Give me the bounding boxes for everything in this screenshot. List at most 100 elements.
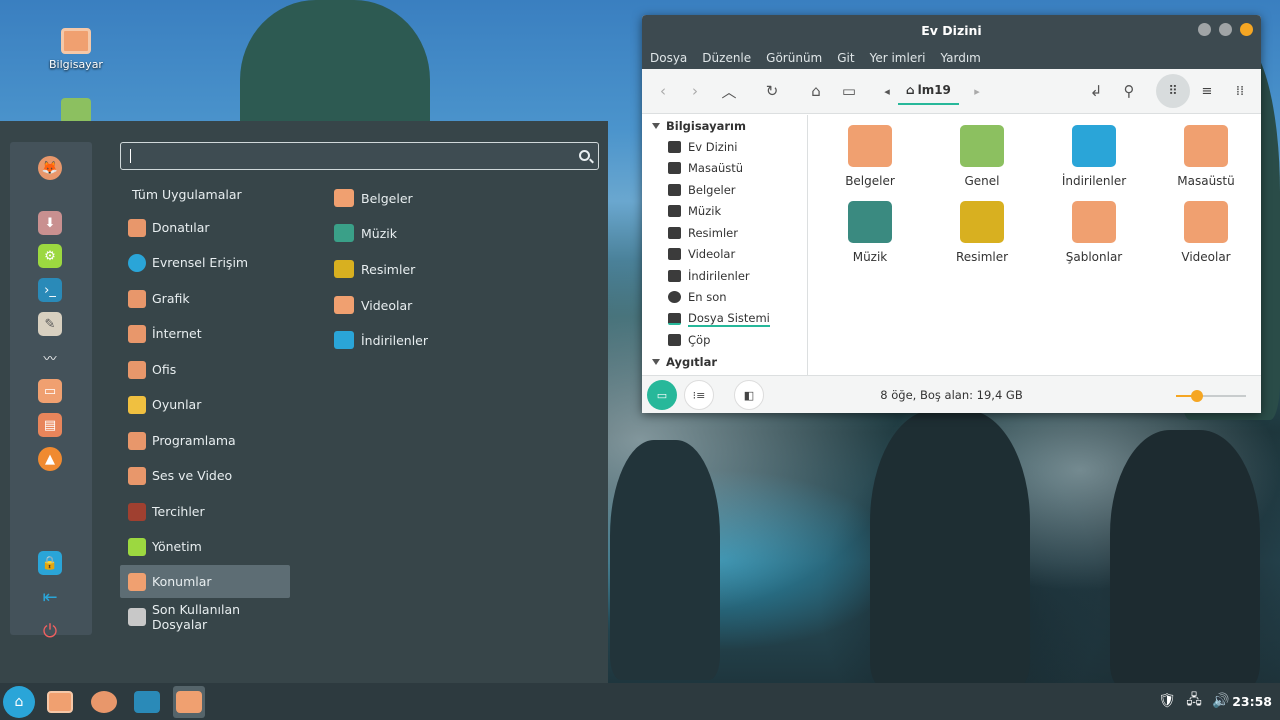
sidebar-header-label: Bilgisayarım <box>666 118 746 133</box>
zoom-slider-knob[interactable] <box>1191 390 1203 402</box>
sidebar-item-videos[interactable]: Videolar <box>642 244 807 266</box>
search-input[interactable] <box>120 142 599 170</box>
file-item[interactable]: Videolar <box>1158 201 1254 264</box>
file-item[interactable]: İndirilenler <box>1046 125 1142 188</box>
menu-edit[interactable]: Düzenle <box>702 51 751 65</box>
expander-icon <box>652 358 660 365</box>
category-accessibility[interactable]: Evrensel Erişim <box>120 246 290 279</box>
file-name: Videolar <box>1181 250 1231 264</box>
sidebar-item-documents[interactable]: Belgeler <box>642 179 807 201</box>
firefox-icon[interactable]: 🦊 <box>38 156 62 180</box>
sidebar-header-devices[interactable]: Aygıtlar <box>642 351 807 372</box>
lock-screen-icon[interactable]: 🔒 <box>38 551 62 575</box>
text-editor-icon[interactable]: ✎ <box>38 312 62 336</box>
sidebar-item-filesystem[interactable]: Dosya Sistemi <box>642 308 807 330</box>
category-games[interactable]: Oyunlar <box>120 388 290 421</box>
toggle-location-icon[interactable]: ↲ <box>1085 80 1107 102</box>
office-icon[interactable]: ▤ <box>38 413 62 437</box>
zoom-slider[interactable] <box>1176 390 1246 402</box>
terminal-icon[interactable]: ›_ <box>38 278 62 302</box>
screenshot-app-icon[interactable] <box>44 686 76 718</box>
terminal-icon[interactable] <box>131 686 163 718</box>
list-view-button[interactable]: ≡ <box>1190 74 1224 108</box>
sidebar-item-music[interactable]: Müzik <box>642 201 807 223</box>
place-downloads[interactable]: İndirilenler <box>334 328 428 352</box>
category-label: Evrensel Erişim <box>152 255 249 270</box>
category-multimedia[interactable]: Ses ve Video <box>120 459 290 492</box>
place-documents[interactable]: Belgeler <box>334 186 413 210</box>
sidebar-header-computer[interactable]: Bilgisayarım <box>642 115 807 136</box>
file-item[interactable]: Masaüstü <box>1158 125 1254 188</box>
minimize-button[interactable] <box>1198 23 1211 36</box>
maximize-button[interactable] <box>1219 23 1232 36</box>
breadcrumb-left-icon[interactable]: ◂ <box>876 80 898 102</box>
back-icon[interactable]: ‹ <box>652 80 674 102</box>
sidebar-item-home[interactable]: Ev Dizini <box>642 136 807 158</box>
power-icon[interactable]: ⏻ <box>38 619 62 643</box>
place-label: Resimler <box>361 261 416 277</box>
category-programming[interactable]: Programlama <box>120 424 290 457</box>
vlc-icon[interactable]: ▲ <box>38 447 62 471</box>
compact-view-button[interactable]: ⁞⁞ <box>1223 74 1257 108</box>
menu-go[interactable]: Git <box>837 51 854 65</box>
computer-icon[interactable]: ▭ <box>838 80 860 102</box>
file-item[interactable]: Belgeler <box>822 125 918 188</box>
category-graphics[interactable]: Grafik <box>120 282 290 315</box>
sidebar-item-pictures[interactable]: Resimler <box>642 222 807 244</box>
forward-icon[interactable]: › <box>684 80 706 102</box>
search-icon[interactable] <box>579 150 590 161</box>
category-internet[interactable]: İnternet <box>120 317 290 350</box>
menu-help[interactable]: Yardım <box>940 51 980 65</box>
breadcrumb[interactable]: ⌂ lm19 <box>898 77 959 105</box>
file-item[interactable]: Şablonlar <box>1046 201 1142 264</box>
reload-icon[interactable]: ↻ <box>761 80 783 102</box>
category-office[interactable]: Ofis <box>120 353 290 386</box>
place-videos[interactable]: Videolar <box>334 293 412 317</box>
sidebar-item-recent[interactable]: En son <box>642 287 807 309</box>
menu-file[interactable]: Dosya <box>650 51 687 65</box>
desktop-icon-computer[interactable]: Bilgisayar <box>36 28 116 71</box>
mint-menu-icon[interactable]: ⌂ <box>3 686 35 718</box>
search-icon[interactable]: ⚲ <box>1118 80 1140 102</box>
firefox-icon[interactable] <box>88 686 120 718</box>
network-icon[interactable]: 🖧 <box>1184 692 1204 710</box>
download-installer-icon[interactable]: ⬇ <box>38 211 62 235</box>
clock[interactable]: 23:58 <box>1232 694 1272 709</box>
place-pictures[interactable]: Resimler <box>334 257 415 281</box>
pictures-icon <box>668 226 681 239</box>
files-icon[interactable] <box>173 686 205 718</box>
settings-icon[interactable]: ⚙ <box>38 244 62 268</box>
file-item[interactable]: Müzik <box>822 201 918 264</box>
sidebar-item-trash[interactable]: Çöp <box>642 330 807 352</box>
file-item[interactable]: Resimler <box>934 201 1030 264</box>
category-accessories[interactable]: Donatılar <box>120 211 290 244</box>
menubar: Dosya Düzenle Görünüm Git Yer imleri Yar… <box>642 47 1261 69</box>
breadcrumb-right-icon[interactable]: ▸ <box>966 80 988 102</box>
administration-icon <box>128 537 146 556</box>
close-button[interactable] <box>1240 23 1253 36</box>
all-applications-button[interactable]: Tüm Uygulamalar <box>120 178 290 211</box>
up-icon[interactable]: ︿ <box>718 80 740 102</box>
menu-bookmarks[interactable]: Yer imleri <box>870 51 926 65</box>
icon-view-button[interactable]: ⠿ <box>1156 74 1190 108</box>
category-label: Konumlar <box>152 574 212 589</box>
category-places[interactable]: Konumlar <box>120 565 290 598</box>
menu-view[interactable]: Görünüm <box>766 51 822 65</box>
home-icon[interactable]: ⌂ <box>805 80 827 102</box>
sidebar-item-label: Çöp <box>688 333 711 348</box>
volume-icon[interactable]: 🔊 <box>1211 692 1231 710</box>
sidebar-item-desktop[interactable]: Masaüstü <box>642 158 807 180</box>
shield-icon[interactable]: 🛡 <box>1157 692 1177 710</box>
category-administration[interactable]: Yönetim <box>120 530 290 563</box>
place-music[interactable]: Müzik <box>334 221 397 245</box>
files-icon[interactable]: ▭ <box>38 379 62 403</box>
pictures-folder-icon <box>334 260 354 278</box>
window-titlebar[interactable]: Ev Dizini <box>642 15 1261 47</box>
sidebar-item-downloads[interactable]: İndirilenler <box>642 265 807 287</box>
category-recent-files[interactable]: Son Kullanılan Dosyalar <box>120 600 290 633</box>
file-item[interactable]: Genel <box>934 125 1030 188</box>
category-preferences[interactable]: Tercihler <box>120 495 290 528</box>
category-label: Programlama <box>152 433 236 448</box>
logout-icon[interactable]: ⇤ <box>38 585 62 609</box>
audio-icon[interactable]: 〰 <box>38 345 62 369</box>
